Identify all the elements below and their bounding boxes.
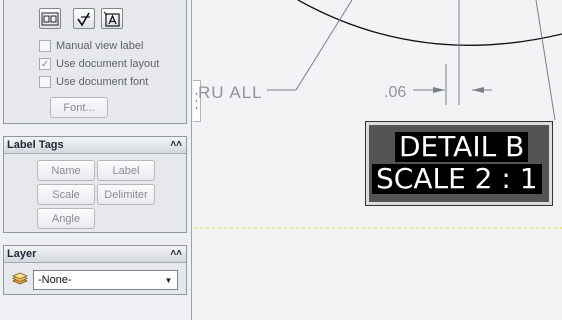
checkmark-icon[interactable]: ✓	[39, 58, 51, 70]
detail-scale: SCALE 2 : 1	[372, 164, 542, 194]
font-button[interactable]: Font...	[50, 97, 108, 118]
use-document-layout-checkbox[interactable]: ✓ Use document layout	[39, 58, 159, 70]
arrowhead	[433, 87, 445, 93]
balloon-border-icon[interactable]	[39, 8, 61, 29]
detail-view-label[interactable]: DETAIL B SCALE 2 : 1	[365, 121, 553, 206]
checkbox-label: Use document font	[56, 76, 149, 88]
tag-scale-button[interactable]: Scale	[37, 184, 95, 205]
checkbox-box[interactable]	[39, 40, 51, 52]
thru-all-note[interactable]: RU ALL	[198, 83, 263, 103]
tag-delimiter-button[interactable]: Delimiter	[97, 184, 155, 205]
arrowhead	[472, 87, 484, 93]
checkbox-box[interactable]	[39, 76, 51, 88]
dimension-value[interactable]: .06	[384, 84, 406, 102]
label-tags-group: Label Tags ˄˄ Name Label Scale Delimiter…	[3, 136, 187, 233]
manual-view-label-checkbox[interactable]: Manual view label	[39, 40, 143, 52]
checkbox-label: Use document layout	[56, 58, 160, 70]
construction-line	[535, 0, 556, 121]
layer-header[interactable]: Layer ˄˄	[4, 246, 186, 263]
use-document-font-checkbox[interactable]: Use document font	[39, 76, 148, 88]
tag-name-button[interactable]: Name	[37, 160, 95, 181]
tag-angle-button[interactable]: Angle	[37, 208, 95, 229]
layer-select-value: -None-	[38, 274, 72, 286]
layer-group: Layer ˄˄ -None- ▼	[3, 245, 187, 295]
checkbox-label: Manual view label	[56, 40, 144, 52]
collapse-chevron-icon[interactable]: ˄˄	[170, 138, 182, 152]
group-title: Label Tags	[7, 139, 64, 151]
detail-title: DETAIL B	[395, 132, 529, 162]
layer-select[interactable]: -None- ▼	[33, 270, 178, 290]
label-tags-header[interactable]: Label Tags ˄˄	[4, 137, 186, 154]
tag-label-button[interactable]: Label	[97, 160, 155, 181]
property-manager-panel: Manual view label ✓ Use document layout …	[0, 0, 192, 320]
collapse-chevron-icon[interactable]: ˄˄	[170, 247, 182, 261]
group-title: Layer	[7, 248, 37, 260]
text-format-group: Manual view label ✓ Use document layout …	[3, 0, 187, 124]
note-frame-icon[interactable]	[101, 8, 123, 29]
surface-finish-icon[interactable]	[73, 8, 95, 29]
drawing-canvas[interactable]: RU ALL .06 DETAIL B SCALE 2 : 1	[194, 0, 562, 320]
layers-icon	[11, 272, 29, 285]
dropdown-arrow-icon[interactable]: ▼	[162, 273, 175, 287]
